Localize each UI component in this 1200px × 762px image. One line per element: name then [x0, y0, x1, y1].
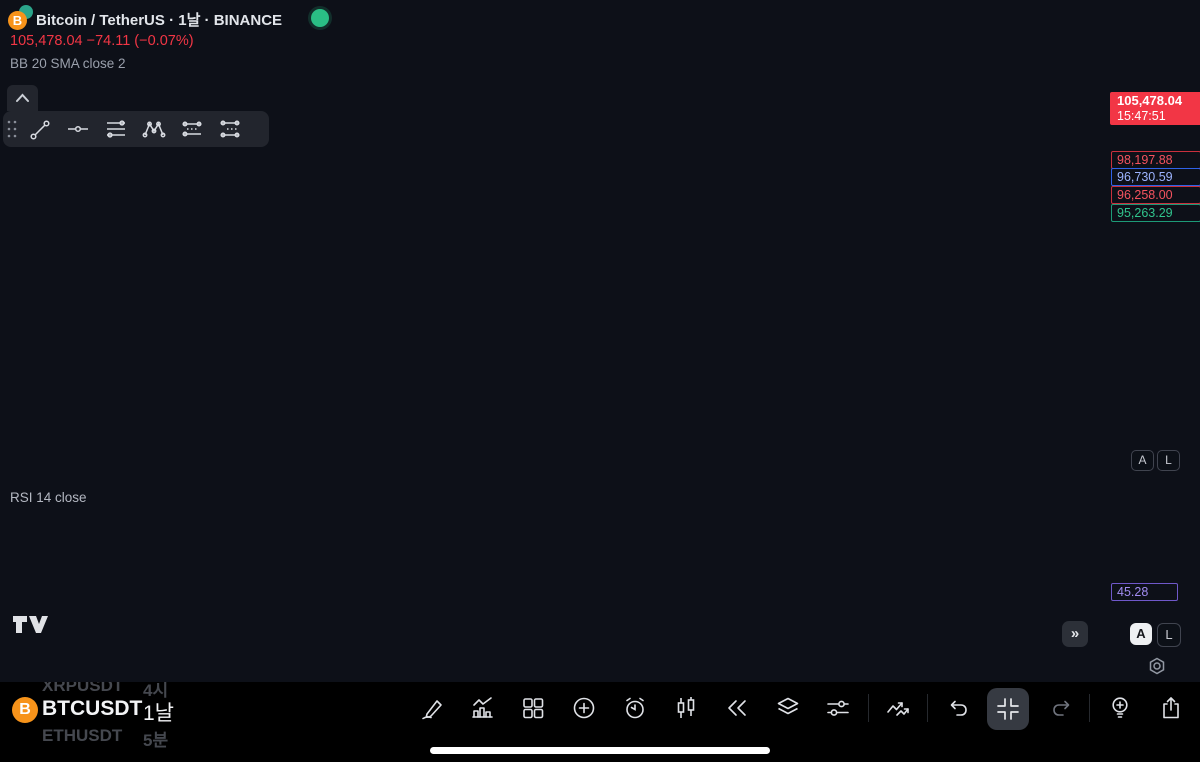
alerts-button[interactable] [622, 695, 648, 721]
horizontal-line-tool-button[interactable] [59, 114, 97, 144]
layout-grid-button[interactable] [520, 695, 546, 721]
next-interval-item[interactable]: 5분 [143, 726, 168, 751]
sliders-icon [825, 695, 851, 721]
toolbar-divider [927, 694, 928, 722]
btc-symbol-icon: B [12, 697, 38, 723]
disjoint-channel-tool-button[interactable] [173, 114, 211, 144]
current-price-value: 105,478.04 [1117, 92, 1200, 109]
bitcoin-coin-icon: B [8, 11, 27, 30]
ideas-button[interactable] [1107, 695, 1133, 721]
pattern-tool-button[interactable] [135, 114, 173, 144]
chart-canvas[interactable] [0, 0, 1200, 652]
time-axis-settings-button[interactable] [1147, 656, 1167, 676]
parallel-lines-tool-button[interactable] [97, 114, 135, 144]
pencil-icon [420, 695, 446, 721]
rsi-value-label: 45.28 [1111, 583, 1178, 601]
undo-arrow-icon [945, 695, 971, 721]
tradingview-app: B Bitcoin / TetherUS · 1날 · BINANCE 105,… [0, 0, 1200, 762]
undo-button[interactable] [945, 695, 971, 721]
auto-scale-button[interactable]: A [1131, 450, 1154, 471]
market-status-dot [311, 9, 329, 27]
prev-symbol-item[interactable]: XRPUSDT [42, 682, 123, 696]
draw-button[interactable] [420, 695, 446, 721]
bb-basis-price-label: 96,730.59 [1111, 168, 1200, 186]
collapse-arrows-icon [987, 688, 1029, 730]
symbol-selector[interactable]: BTCUSDT [42, 697, 142, 721]
bb-indicator-label[interactable]: BB 20 SMA close 2 [10, 56, 126, 71]
toolbar-divider [868, 694, 869, 722]
drawing-toolbar [3, 111, 269, 147]
candles-icon [673, 695, 699, 721]
object-tree-button[interactable] [775, 695, 801, 721]
chart-type-button[interactable] [673, 695, 699, 721]
layers-icon [775, 695, 801, 721]
rsi-auto-scale-button[interactable]: A [1130, 623, 1152, 645]
tradingview-logo [12, 612, 48, 641]
plus-circle-icon [571, 695, 597, 721]
alarm-clock-icon [622, 695, 648, 721]
zigzag-arrows-icon [885, 695, 911, 721]
drag-handle-icon[interactable] [3, 114, 21, 144]
indicators-icon [470, 695, 496, 721]
bb-upper-price-label: 98,197.88 [1111, 151, 1200, 169]
toolbar-collapse-tab[interactable] [7, 85, 38, 111]
scroll-right-button[interactable]: » [1062, 621, 1088, 647]
bar-countdown: 15:47:51 [1117, 109, 1200, 124]
collapse-view-button[interactable] [987, 688, 1029, 730]
interval-selector[interactable]: 1날 [143, 697, 174, 727]
share-button[interactable] [1158, 695, 1184, 721]
chevron-up-icon [7, 85, 38, 111]
toolbar-divider [1089, 694, 1090, 722]
home-indicator[interactable] [430, 747, 770, 754]
replay-button[interactable] [724, 695, 750, 721]
bb-lower-price-label: 95,263.29 [1111, 204, 1200, 222]
rsi-indicator-label[interactable]: RSI 14 close [10, 490, 87, 505]
symbol-title[interactable]: Bitcoin / TetherUS · 1날 · BINANCE [36, 9, 282, 30]
last-close-price-label: 96,258.00 [1111, 186, 1200, 204]
log-scale-button[interactable]: L [1157, 450, 1180, 471]
gear-icon [1147, 656, 1167, 676]
add-button[interactable] [571, 695, 597, 721]
redo-arrow-icon [1049, 695, 1075, 721]
indicators-button[interactable] [470, 695, 496, 721]
rsi-log-scale-button[interactable]: L [1157, 623, 1181, 647]
lightbulb-plus-icon [1107, 695, 1133, 721]
grid-icon [520, 695, 546, 721]
current-price-label: 105,478.04 15:47:51 [1110, 92, 1200, 125]
rewind-icon [724, 695, 750, 721]
price-change-line: 105,478.04 −74.11 (−0.07%) [10, 33, 194, 49]
chart-settings-button[interactable] [825, 695, 851, 721]
redo-button[interactable] [1049, 695, 1075, 721]
trend-line-tool-button[interactable] [21, 114, 59, 144]
next-symbol-item[interactable]: ETHUSDT [42, 726, 122, 746]
flat-channel-tool-button[interactable] [211, 114, 249, 144]
compare-button[interactable] [885, 695, 911, 721]
share-icon [1158, 695, 1184, 721]
